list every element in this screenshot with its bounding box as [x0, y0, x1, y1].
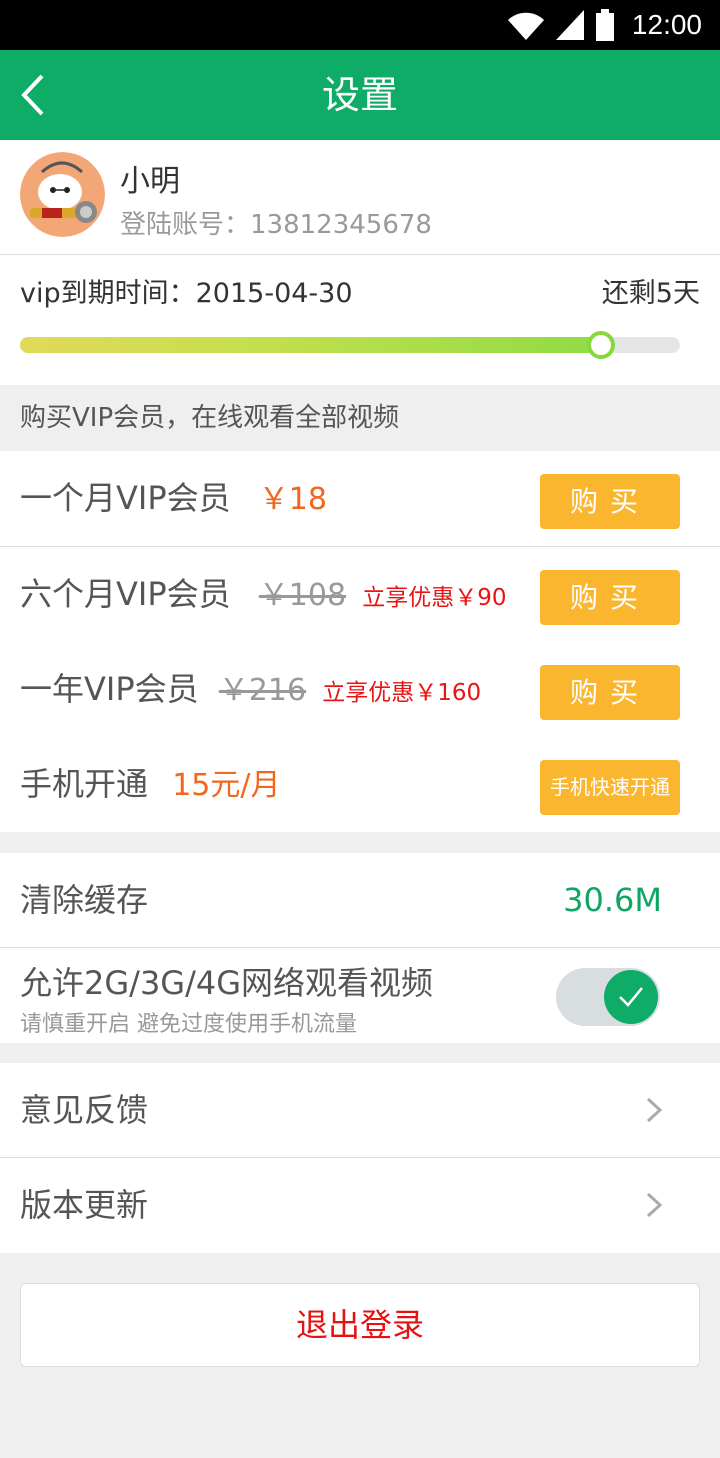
feedback-label: 意见反馈 [20, 1091, 149, 1129]
wifi-icon [507, 12, 544, 41]
chevron-right-icon [646, 1192, 663, 1218]
status-bar: 12:00 [0, 0, 720, 50]
vip-plan-list: 一个月VIP会员 ￥18 购买 六个月VIP会员 ￥108 立享优惠￥90 购买… [0, 451, 720, 832]
signal-icon [555, 10, 584, 40]
plan-row-6-month: 六个月VIP会员 ￥108 立享优惠￥90 购买 [0, 547, 720, 642]
plan-promo-price: 立享优惠￥90 [362, 585, 507, 611]
plan-name: 一个月VIP会员 [20, 479, 231, 517]
buy-button[interactable]: 购买 [540, 474, 680, 529]
plan-row-mobile: 手机开通 15元/月 手机快速开通 [0, 737, 720, 832]
page-title: 设置 [321, 73, 398, 117]
status-time: 12:00 [631, 9, 702, 40]
plan-promo-price: 立享优惠￥160 [322, 680, 482, 706]
plan-original-price: ￥108 [258, 578, 347, 613]
vip-progress-knob [586, 331, 615, 359]
account-number: 登陆账号：13812345678 [120, 210, 432, 240]
username: 小明 [120, 164, 180, 199]
clear-cache-label: 清除缓存 [20, 881, 149, 919]
clear-cache-row[interactable]: 清除缓存 30.6M [0, 853, 720, 948]
settings-block: 清除缓存 30.6M 允许2G/3G/4G网络观看视频 请慎重开启 避免过度使用… [0, 853, 720, 1043]
avatar [20, 152, 105, 237]
version-update-label: 版本更新 [20, 1186, 149, 1224]
toggle-thumb [604, 970, 658, 1024]
logout-button[interactable]: 退出登录 [20, 1283, 700, 1367]
menu-block: 意见反馈 版本更新 [0, 1063, 720, 1253]
back-arrow-icon[interactable] [14, 70, 64, 120]
vip-progress-fill [20, 337, 601, 353]
plan-price: ￥18 [258, 482, 327, 517]
feedback-row[interactable]: 意见反馈 [0, 1063, 720, 1158]
network-setting-label: 允许2G/3G/4G网络观看视频 [20, 964, 434, 1002]
vip-remaining-days: 还剩5天 [601, 278, 700, 309]
app-bar: 设置 [0, 50, 720, 140]
mobile-quick-open-button[interactable]: 手机快速开通 [540, 760, 680, 815]
buy-button[interactable]: 购买 [540, 665, 680, 720]
chevron-right-icon [646, 1097, 663, 1123]
battery-icon [595, 9, 614, 41]
cache-size: 30.6M [563, 881, 662, 919]
vip-expire-date: vip到期时间：2015-04-30 [20, 278, 353, 309]
profile-card[interactable]: 小明 登陆账号：13812345678 [0, 140, 720, 255]
purchase-section-header: 购买VIP会员，在线观看全部视频 [0, 385, 720, 451]
version-update-row[interactable]: 版本更新 [0, 1158, 720, 1252]
network-setting-row: 允许2G/3G/4G网络观看视频 请慎重开启 避免过度使用手机流量 [0, 948, 720, 1043]
vip-expiration: vip到期时间：2015-04-30 还剩5天 [0, 255, 720, 385]
plan-row-1-year: 一年VIP会员 ￥216 立享优惠￥160 购买 [0, 642, 720, 737]
plan-name: 六个月VIP会员 [20, 575, 231, 613]
plan-row-1-month: 一个月VIP会员 ￥18 购买 [0, 451, 720, 546]
checkmark-icon [619, 987, 643, 1007]
plan-price: 15元/月 [172, 768, 281, 803]
plan-original-price: ￥216 [218, 673, 307, 708]
plan-name: 一年VIP会员 [20, 670, 199, 708]
buy-button[interactable]: 购买 [540, 570, 680, 625]
network-toggle[interactable] [556, 968, 660, 1026]
vip-progress-bar [20, 331, 680, 359]
plan-name: 手机开通 [20, 765, 149, 803]
network-setting-hint: 请慎重开启 避免过度使用手机流量 [20, 1012, 357, 1037]
